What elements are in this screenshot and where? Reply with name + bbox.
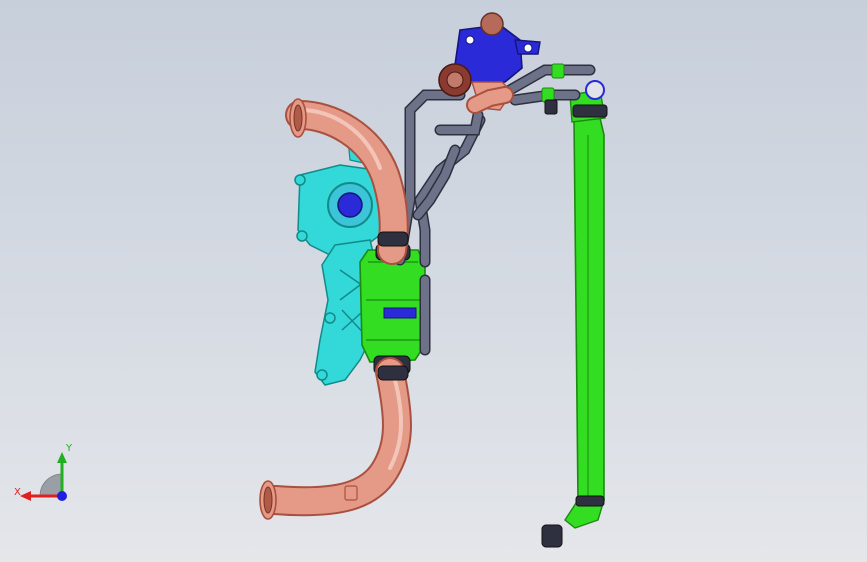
cad-viewport[interactable]: Y X bbox=[0, 0, 867, 562]
coolant-pipe[interactable] bbox=[541, 80, 608, 548]
model-3d-view[interactable] bbox=[0, 0, 867, 562]
charge-air-duct-lower[interactable] bbox=[259, 357, 412, 520]
coordinate-triad-icon: Y X bbox=[14, 443, 73, 501]
valve-duct[interactable] bbox=[466, 86, 514, 114]
x-axis-label: X bbox=[14, 487, 21, 498]
y-axis-label: Y bbox=[65, 443, 73, 454]
